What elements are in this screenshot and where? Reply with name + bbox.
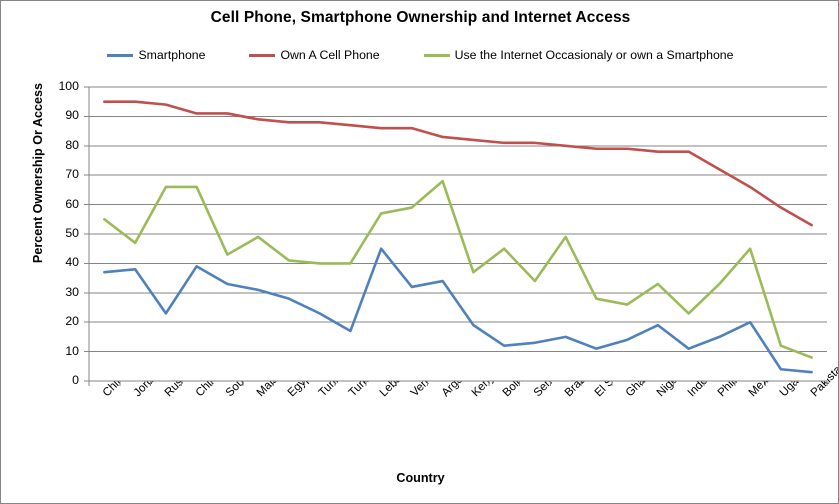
x-axis-ticks [88, 381, 828, 386]
y-axis-ticks [84, 86, 89, 382]
chart-container: Cell Phone, Smartphone Ownership and Int… [0, 0, 839, 504]
plot-area [84, 86, 828, 386]
